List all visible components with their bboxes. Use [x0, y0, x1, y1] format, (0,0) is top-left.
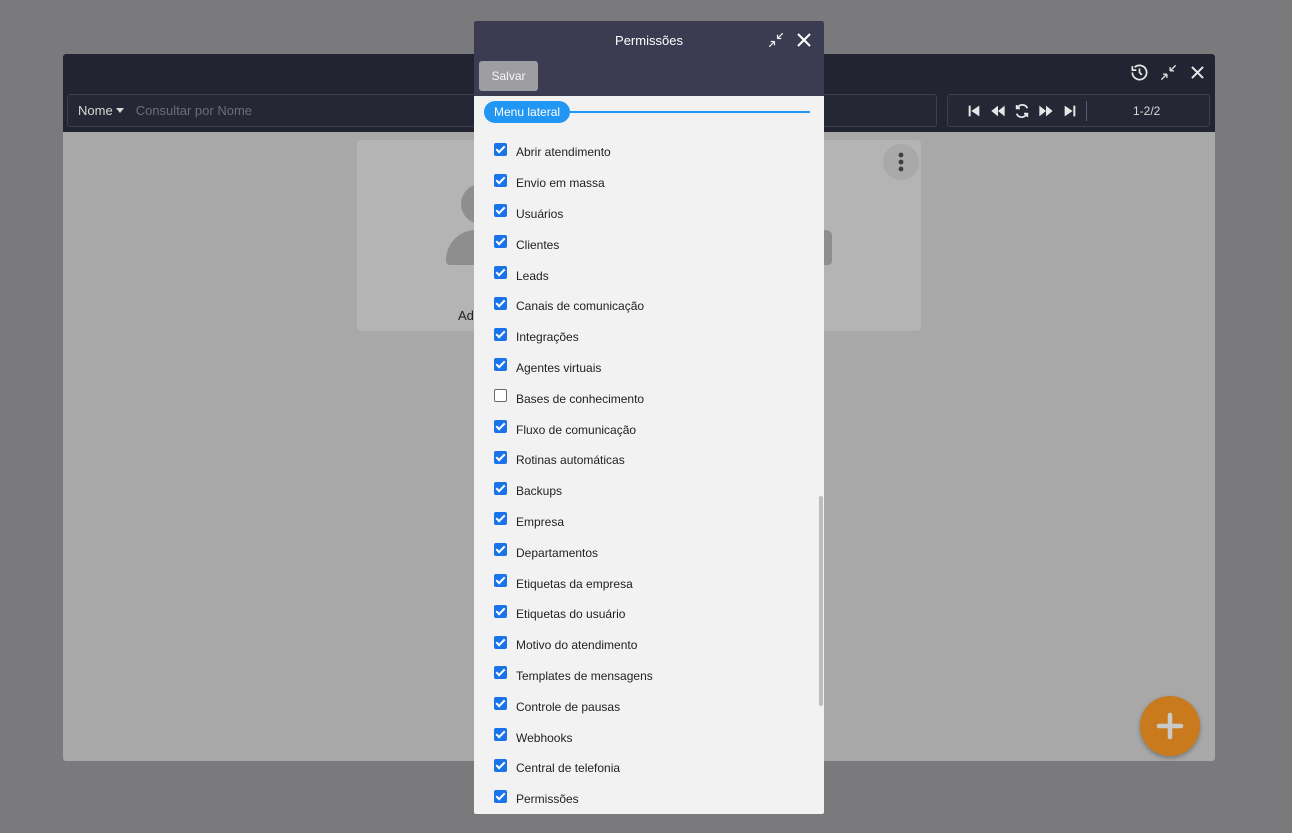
permission-item[interactable]: Usuários: [494, 199, 814, 230]
permission-checkbox[interactable]: [494, 574, 507, 588]
permission-item[interactable]: Envio em massa: [494, 168, 814, 199]
permission-label: Departamentos: [516, 545, 599, 560]
permission-item[interactable]: Motivo do atendimento: [494, 630, 814, 661]
permission-item[interactable]: Empresa: [494, 507, 814, 538]
add-button[interactable]: [1140, 696, 1200, 756]
search-filter-label: Nome: [78, 103, 113, 118]
permission-checkbox[interactable]: [494, 481, 507, 495]
permission-item[interactable]: Agentes virtuais: [494, 353, 814, 384]
permission-item[interactable]: Leads: [494, 260, 814, 291]
permission-label: Empresa: [516, 514, 565, 529]
permission-label: Webhooks: [516, 730, 573, 745]
permission-label: Permissões: [516, 792, 579, 807]
permission-item[interactable]: Controle de pausas: [494, 691, 814, 722]
permission-label: Usuários: [516, 206, 564, 221]
permission-label: Canais de comunicação: [516, 299, 645, 314]
permission-label: Templates de mensagens: [516, 668, 653, 683]
permission-item[interactable]: Bases de conhecimento: [494, 383, 814, 414]
permission-item[interactable]: Templates de mensagens: [494, 661, 814, 692]
minimize-icon[interactable]: [766, 30, 786, 50]
caret-down-icon: [115, 108, 124, 113]
permission-label: Clientes: [516, 237, 560, 252]
permission-checkbox[interactable]: [494, 173, 507, 187]
pager-divider: [1086, 100, 1087, 121]
dialog-controls: [766, 30, 814, 50]
permission-checkbox[interactable]: [494, 142, 507, 156]
permission-checkbox[interactable]: [494, 789, 507, 803]
dialog-header: Permissões Salvar: [474, 21, 824, 96]
permission-item[interactable]: Central de telefonia: [494, 753, 814, 784]
permission-label: Rotinas automáticas: [516, 453, 625, 468]
permission-checkbox[interactable]: [494, 204, 507, 218]
refresh-icon[interactable]: [1010, 102, 1034, 120]
permission-label: Backups: [516, 484, 563, 499]
permission-checkbox[interactable]: [494, 697, 507, 711]
permission-label: Etiquetas do usuário: [516, 607, 626, 622]
permission-checkbox[interactable]: [494, 266, 507, 280]
permission-item[interactable]: Canais de comunicação: [494, 291, 814, 322]
permission-label: Central de telefonia: [516, 761, 621, 776]
section-label: Menu lateral: [484, 101, 571, 123]
permission-checkbox[interactable]: [494, 666, 507, 680]
permission-item[interactable]: Backups: [494, 476, 814, 507]
permission-checkbox[interactable]: [494, 327, 507, 341]
permission-checkbox[interactable]: [494, 728, 507, 742]
permission-label: Leads: [516, 268, 549, 283]
save-button[interactable]: Salvar: [479, 61, 538, 91]
permission-label: Integrações: [516, 330, 579, 345]
permission-label: Abrir atendimento: [516, 145, 611, 160]
last-page-icon[interactable]: [1058, 102, 1082, 120]
permission-checkbox[interactable]: [494, 420, 507, 434]
permission-item[interactable]: Clientes: [494, 229, 814, 260]
permission-checkbox[interactable]: [494, 358, 507, 372]
permission-item[interactable]: Permissões: [494, 784, 814, 814]
close-icon[interactable]: [794, 30, 814, 50]
section-divider: [570, 111, 810, 113]
minimize-icon[interactable]: [1159, 63, 1178, 82]
window-controls: [1130, 63, 1207, 82]
permission-checkbox[interactable]: [494, 543, 507, 557]
permission-checkbox[interactable]: [494, 604, 507, 618]
permission-item[interactable]: Webhooks: [494, 722, 814, 753]
permission-label: Bases de conhecimento: [516, 391, 645, 406]
permission-checkbox[interactable]: [494, 296, 507, 310]
permission-label: Motivo do atendimento: [516, 638, 638, 653]
permission-item[interactable]: Rotinas automáticas: [494, 445, 814, 476]
permission-checkbox[interactable]: [494, 450, 507, 464]
permissions-list: Abrir atendimento Envio em massa Usuários C…: [494, 137, 814, 814]
page-count: 1-2/2: [1133, 103, 1161, 118]
permission-label: Agentes virtuais: [516, 360, 602, 375]
permission-label: Fluxo de comunicação: [516, 422, 637, 437]
permission-checkbox[interactable]: [494, 235, 507, 249]
close-icon[interactable]: [1188, 63, 1207, 82]
first-page-icon[interactable]: [962, 102, 986, 120]
permission-item[interactable]: Etiquetas do usuário: [494, 599, 814, 630]
permission-item[interactable]: Etiquetas da empresa: [494, 568, 814, 599]
pagination: 1-2/2: [947, 94, 1210, 127]
previous-page-icon[interactable]: [986, 102, 1010, 120]
permission-checkbox[interactable]: [494, 758, 507, 772]
permission-checkbox[interactable]: [494, 512, 507, 526]
more-vert-icon[interactable]: [883, 144, 919, 180]
permission-checkbox[interactable]: [494, 635, 507, 649]
permission-checkbox[interactable]: [494, 389, 507, 403]
next-page-icon[interactable]: [1034, 102, 1058, 120]
permission-item[interactable]: Fluxo de comunicação: [494, 414, 814, 445]
permission-item[interactable]: Integrações: [494, 322, 814, 353]
permission-item[interactable]: Departamentos: [494, 537, 814, 568]
scrollbar[interactable]: [819, 496, 823, 706]
search-filter-select[interactable]: Nome: [78, 103, 124, 118]
permission-label: Etiquetas da empresa: [516, 576, 633, 591]
permission-item[interactable]: Abrir atendimento: [494, 137, 814, 168]
history-icon[interactable]: [1130, 63, 1149, 82]
permission-label: Envio em massa: [516, 176, 605, 191]
permission-label: Controle de pausas: [516, 699, 621, 714]
permissions-dialog: Permissões Salvar Menu lateral Abrir ate…: [474, 21, 824, 814]
